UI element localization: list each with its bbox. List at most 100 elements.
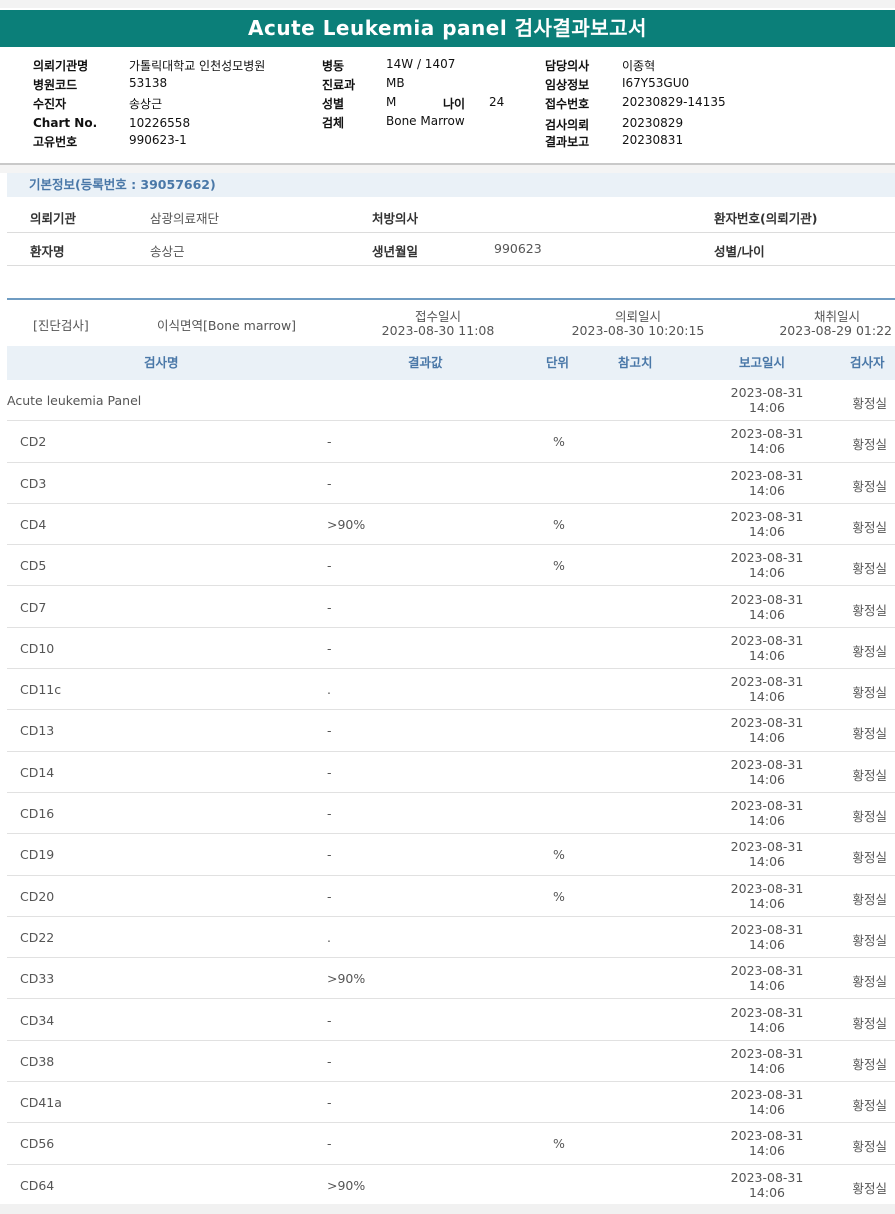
report-date: 2023-08-31 (730, 1004, 804, 1020)
report-datetime: 2023-08-31 14:06 (707, 633, 827, 663)
tester-name: 황정실 (852, 685, 887, 701)
header-value: 이종혁 (622, 59, 656, 73)
exam-category: [진단검사] (33, 318, 89, 333)
header-label: 수진자 (33, 97, 67, 111)
test-name: CD41a (20, 1095, 62, 1111)
report-time: 14:06 (748, 771, 786, 787)
tester-name: 황정실 (852, 767, 887, 783)
header-label: 성별 (322, 97, 345, 111)
table-row: CD22. 2023-08-31 14:06 황정실 (7, 917, 895, 959)
test-result: - (327, 806, 332, 821)
report-datetime: 2023-08-31 14:06 (707, 426, 827, 456)
test-name: CD3 (20, 475, 47, 491)
th-reference: 참고치 (618, 355, 653, 370)
basic-info-title: 기본정보(등록번호 : 39057662) (7, 173, 895, 197)
report-date: 2023-08-31 (730, 715, 804, 731)
report-title: Acute Leukemia panel 검사결과보고서 (0, 10, 895, 47)
report-datetime: 2023-08-31 14:06 (707, 509, 827, 539)
tester-name: 황정실 (852, 1098, 887, 1114)
institution-value: 삼광의료재단 (150, 211, 220, 226)
sex-age-label: 성별/나이 (714, 244, 765, 259)
table-row: CD38 - 2023-08-31 14:06 황정실 (7, 1041, 895, 1083)
report-date: 2023-08-31 (730, 591, 804, 607)
report-time: 14:06 (748, 606, 786, 622)
report-date: 2023-08-31 (730, 674, 804, 690)
patient-label: 환자명 (30, 244, 65, 259)
test-result: >90% (327, 1177, 366, 1193)
test-name: CD4 (20, 516, 47, 532)
table-row: CD11c. 2023-08-31 14:06 황정실 (7, 669, 895, 711)
report-datetime: 2023-08-31 14:06 (707, 385, 827, 415)
age-value: 24 (489, 95, 505, 109)
report-date: 2023-08-31 (730, 632, 804, 648)
test-name: CD14 (20, 764, 55, 780)
header-label: 병동 (322, 59, 345, 73)
th-result: 결과값 (408, 355, 443, 370)
test-name: CD16 (20, 806, 55, 821)
age-label: 나이 (443, 97, 466, 111)
report-date: 2023-08-31 (730, 508, 804, 524)
header-value: Bone Marrow (386, 114, 465, 128)
report-date: 2023-08-31 (730, 921, 804, 937)
th-report-date: 보고일시 (739, 355, 786, 370)
table-row: CD5 -% 2023-08-31 14:06 황정실 (7, 545, 895, 587)
received-value: 2023-08-30 11:08 (381, 323, 495, 338)
report-datetime: 2023-08-31 14:06 (707, 550, 827, 580)
table-row: CD3 - 2023-08-31 14:06 황정실 (7, 463, 895, 504)
report-time: 14:06 (748, 482, 786, 498)
test-unit: % (553, 1136, 565, 1152)
header-value: 10226558 (129, 116, 191, 130)
header-value: 14W / 1407 (386, 57, 456, 71)
institution-label: 의뢰기관 (30, 211, 77, 226)
report-date: 2023-08-31 (730, 756, 804, 772)
test-result: - (327, 764, 332, 780)
report-date: 2023-08-31 (730, 426, 804, 442)
header-value: M (386, 95, 397, 109)
doctor-label: 처방의사 (372, 211, 419, 226)
report-datetime: 2023-08-31 14:06 (707, 963, 827, 993)
test-unit: % (553, 847, 565, 863)
report-datetime: 2023-08-31 14:06 (707, 468, 827, 498)
report-date: 2023-08-31 (730, 550, 804, 566)
report-time: 14:06 (748, 1143, 786, 1159)
requested-value: 2023-08-30 10:20:15 (571, 323, 705, 338)
test-result: - (327, 434, 332, 450)
test-name: CD20 (20, 888, 55, 904)
report-time: 14:06 (748, 978, 786, 994)
report-time: 14:06 (748, 1102, 786, 1118)
test-name: CD19 (20, 847, 55, 863)
table-row: CD64 >90% 2023-08-31 14:06 황정실 (7, 1165, 895, 1206)
report-datetime: 2023-08-31 14:06 (707, 674, 827, 704)
test-name: CD33 (20, 971, 55, 987)
report-time: 14:06 (748, 647, 786, 663)
table-row: CD33 >90% 2023-08-31 14:06 황정실 (7, 958, 895, 1000)
test-result: - (327, 558, 332, 574)
test-unit: % (553, 558, 565, 574)
test-name: CD34 (20, 1012, 55, 1028)
section-gap (0, 165, 895, 173)
test-result: - (327, 640, 332, 656)
header-label: 접수번호 (545, 97, 590, 111)
test-result: - (327, 1136, 332, 1152)
header-value: I67Y53GU0 (622, 76, 690, 90)
info-divider (7, 265, 895, 266)
test-name: CD38 (20, 1053, 55, 1069)
test-result: >90% (327, 516, 366, 532)
report-datetime: 2023-08-31 14:06 (707, 592, 827, 622)
header-value: MB (386, 76, 405, 90)
report-time: 14:06 (748, 854, 786, 870)
test-name: CD11c (20, 682, 62, 698)
table-row: CD14 - 2023-08-31 14:06 황정실 (7, 752, 895, 793)
header-label: 고유번호 (33, 135, 78, 149)
top-stripe (0, 0, 895, 8)
header-label: 병원코드 (33, 78, 78, 92)
header-label: Chart No. (33, 116, 98, 130)
report-time: 14:06 (748, 1060, 786, 1076)
header-value: 20230831 (622, 133, 684, 147)
info-divider (7, 232, 895, 233)
header-label: 결과보고 (545, 135, 590, 149)
tester-name: 황정실 (852, 519, 887, 535)
header-label: 임상정보 (545, 78, 590, 92)
header-label: 검사의뢰 (545, 118, 590, 132)
report-datetime: 2023-08-31 14:06 (707, 881, 827, 911)
